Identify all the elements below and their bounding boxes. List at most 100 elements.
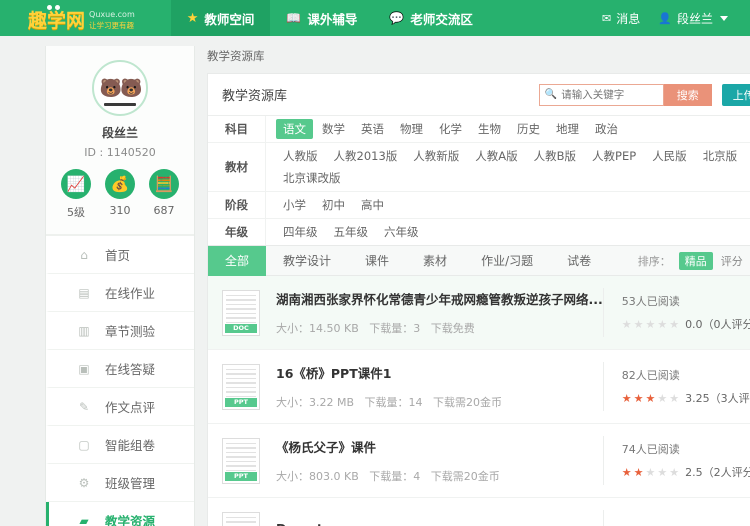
sidebar-item-online-qa[interactable]: ▣ 在线答疑: [46, 350, 194, 388]
resource-title[interactable]: 《杨氏父子》课件: [276, 437, 603, 456]
filter-option-rjpep[interactable]: 人教PEP: [585, 146, 643, 166]
filter-option-math[interactable]: 数学: [315, 119, 352, 139]
rating-score: 2.5（2人评分）: [685, 466, 750, 479]
resource-meta: 大小：14.50 KB 下载量：3 下载免费: [276, 320, 603, 336]
filter-option-history[interactable]: 历史: [510, 119, 547, 139]
filter-option-grade6[interactable]: 六年级: [377, 222, 426, 242]
search-field-wrap[interactable]: 🔍: [538, 83, 664, 106]
filter-option-senior[interactable]: 高中: [354, 195, 391, 215]
filter-option-politics[interactable]: 政治: [588, 119, 625, 139]
user-menu[interactable]: 👤 段丝兰: [658, 10, 728, 27]
sidebar-item-label: 教学资源: [105, 514, 156, 526]
filter-option-junior[interactable]: 初中: [315, 195, 352, 215]
filter-label: 科目: [208, 116, 266, 142]
filter-option-biology[interactable]: 生物: [471, 119, 508, 139]
sidebar-item-smart-paper[interactable]: ▢ 智能组卷: [46, 426, 194, 464]
tab-homework[interactable]: 作业/习题: [464, 246, 550, 276]
sidebar-item-label: 首页: [105, 248, 131, 263]
filter-option-grade4[interactable]: 四年级: [276, 222, 325, 242]
filter-option-rmb[interactable]: 人民版: [645, 146, 694, 166]
stat-coins[interactable]: 💰 310: [98, 169, 142, 220]
tab-exam-papers[interactable]: 试卷: [550, 246, 608, 276]
search-icon: 🔍: [544, 89, 558, 100]
sidebar-item-class-management[interactable]: ⚙ 班级管理: [46, 464, 194, 502]
filter-option-geography[interactable]: 地理: [549, 119, 586, 139]
resource-row[interactable]: DOC 湖南湘西张家界怀化常德青少年戒网瘾管教叛逆孩子网络... 大小：14.5…: [208, 276, 750, 350]
tab-all[interactable]: 全部: [208, 245, 267, 276]
resource-downloads: 下载量：14: [364, 396, 423, 409]
filter-option-primary[interactable]: 小学: [276, 195, 313, 215]
file-type-badge: DOC: [225, 323, 257, 333]
paper-icon: ▢: [78, 437, 90, 452]
resource-row[interactable]: PPT 16《桥》PPT课件1 大小：3.22 MB 下载量：14 下载需20金…: [208, 350, 750, 424]
search-bar: 教学资源库 🔍 搜索 上传资源: [208, 74, 750, 116]
resource-price: 下载免费: [430, 322, 475, 335]
tab-materials[interactable]: 素材: [406, 246, 464, 276]
sidebar-item-label: 智能组卷: [105, 438, 156, 453]
level-chart-icon: 📈: [61, 169, 91, 199]
search-button[interactable]: 搜索: [663, 83, 712, 106]
resource-info: 《杨氏父子》课件 大小：803.0 KB 下载量：4 下载需20金币: [276, 437, 603, 484]
filter-option-chemistry[interactable]: 化学: [432, 119, 469, 139]
file-type-badge: PPT: [225, 397, 257, 407]
nav-item-teacher-space[interactable]: ★ 教师空间: [170, 0, 271, 36]
resource-title[interactable]: Desert: [276, 521, 603, 526]
resource-read-count: 74人已阅读: [621, 443, 680, 456]
filter-option-grade5[interactable]: 五年级: [327, 222, 376, 242]
filter-option-rjb[interactable]: 人教版: [276, 146, 325, 166]
filter-option-english[interactable]: 英语: [354, 119, 391, 139]
filter-row-subject: 科目 语文 数学 英语 物理 化学 生物 历史 地理 政治 展开 ▾: [208, 116, 750, 143]
upload-resource-button[interactable]: 上传资源: [721, 83, 750, 106]
site-logo[interactable]: 趣学网 Quxue.com 让学习更有趣: [28, 0, 135, 36]
resource-read-count: 82人已阅读: [621, 369, 680, 382]
sort-option-featured[interactable]: 精品: [678, 251, 713, 270]
resource-info: 湖南湘西张家界怀化常德青少年戒网瘾管教叛逆孩子网络... 大小：14.50 KB…: [276, 289, 603, 336]
user-icon: 👤: [658, 11, 672, 25]
file-icon: ▤: [78, 285, 90, 300]
nav-item-tutoring[interactable]: 📖 课外辅导: [270, 0, 373, 36]
sidebar-item-home[interactable]: ⌂ 首页: [46, 236, 194, 274]
tab-lesson-design[interactable]: 教学设计: [266, 246, 348, 276]
filter-options: 四年级 五年级 六年级: [266, 219, 750, 245]
resource-meta: 大小：3.22 MB 下载量：14 下载需20金币: [276, 394, 603, 410]
search-group: 🔍 搜索 上传资源: [538, 83, 750, 106]
resource-size: 大小：3.22 MB: [276, 396, 355, 409]
search-input[interactable]: [561, 88, 658, 101]
resource-row[interactable]: DOC Desert 8人已阅读: [208, 498, 750, 526]
document-thumbnail-icon: PPT: [222, 363, 260, 410]
messages-button[interactable]: ✉ 消息: [602, 10, 640, 27]
logo-slogan: 让学习更有趣: [89, 21, 135, 30]
sidebar-item-label: 在线作业: [105, 286, 156, 301]
stat-level[interactable]: 📈 5级: [54, 169, 98, 220]
filter-option-physics[interactable]: 物理: [393, 119, 430, 139]
filter-label: 年级: [208, 219, 266, 245]
resource-rating: ★★★★★ 3.25（3人评分）: [622, 390, 750, 406]
profile-user-id: ID : 1140520: [84, 146, 156, 159]
stat-points[interactable]: 🧮 687: [142, 169, 186, 220]
filter-option-rjb2[interactable]: 人教B版: [527, 146, 583, 166]
tab-courseware[interactable]: 课件: [348, 246, 406, 276]
resource-row[interactable]: PPT 《杨氏父子》课件 大小：803.0 KB 下载量：4 下载需20金币 7…: [208, 424, 750, 498]
filter-option-rj2013[interactable]: 人教2013版: [327, 146, 405, 166]
sort-option-rating[interactable]: 评分: [721, 253, 743, 269]
avatar[interactable]: 🐻🐻: [92, 60, 148, 116]
rating-stars-icon: ★★★★★: [621, 465, 682, 479]
sidebar-item-teaching-resources[interactable]: ▰ 教学资源: [46, 502, 194, 526]
filter-option-bjb[interactable]: 北京版: [696, 146, 745, 166]
filter-option-rja[interactable]: 人教A版: [468, 146, 524, 166]
resource-title[interactable]: 16《桥》PPT课件1: [276, 363, 603, 382]
document-thumbnail-icon: DOC: [222, 289, 260, 336]
resource-title[interactable]: 湖南湘西张家界怀化常德青少年戒网瘾管教叛逆孩子网络...: [276, 289, 603, 308]
sidebar-item-chapter-quiz[interactable]: ▥ 章节测验: [46, 312, 194, 350]
nav-item-teacher-forum[interactable]: 💬 老师交流区: [373, 0, 488, 36]
sidebar-item-online-homework[interactable]: ▤ 在线作业: [46, 274, 194, 312]
filter-option-chinese[interactable]: 语文: [276, 119, 313, 139]
rating-stars-icon: ★★★★★: [621, 391, 682, 405]
mail-icon: ✉: [602, 11, 612, 25]
filter-option-bjkgb[interactable]: 北京课改版: [276, 168, 348, 188]
profile-card: 🐻🐻 段丝兰 ID : 1140520 📈 5级 💰 310 🧮 687: [46, 46, 194, 235]
resource-rating: ★★★★★ 0.0（0人评分）: [622, 316, 750, 332]
sidebar-item-essay-review[interactable]: ✎ 作文点评: [46, 388, 194, 426]
folder-icon: ▰: [79, 513, 89, 526]
filter-option-rjxb[interactable]: 人教新版: [406, 146, 466, 166]
